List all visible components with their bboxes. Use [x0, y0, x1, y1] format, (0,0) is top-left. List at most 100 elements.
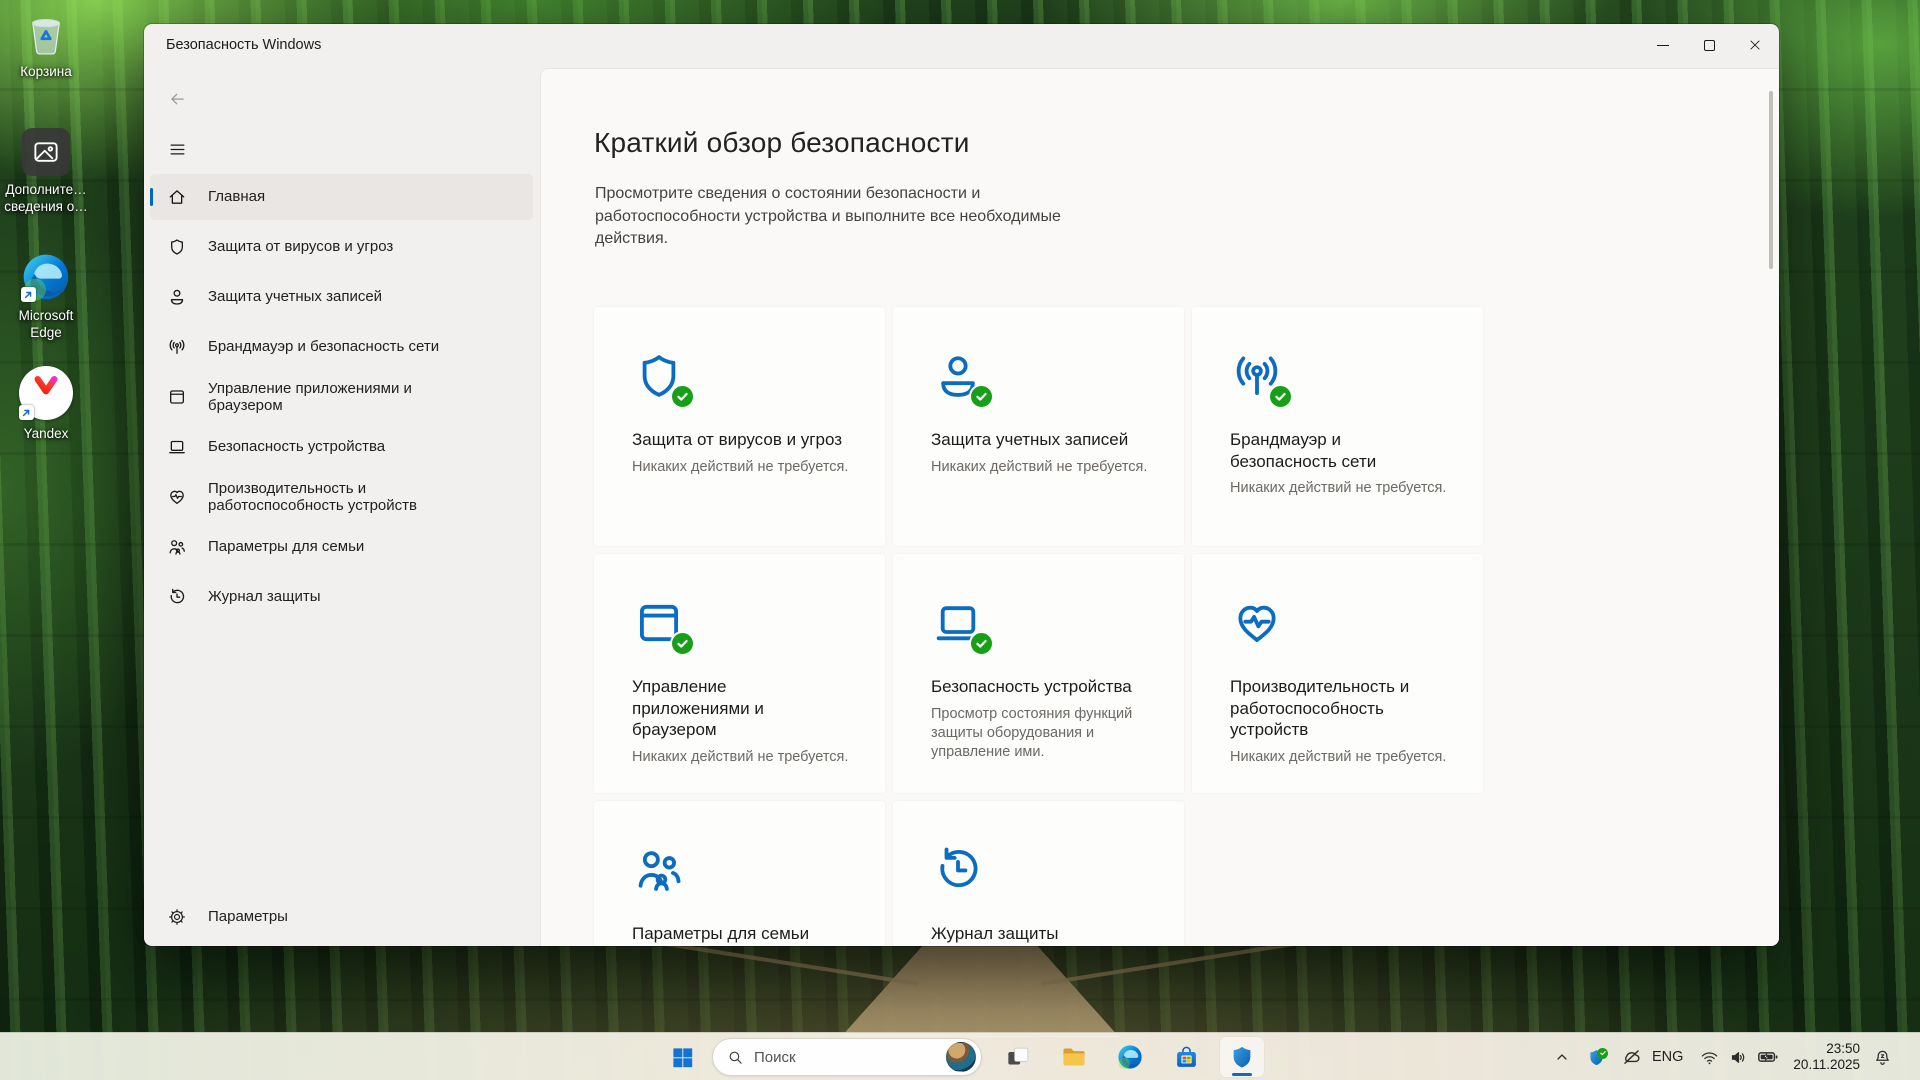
- desktop-icon-microsoft-edge[interactable]: Microsoft Edge: [0, 252, 92, 341]
- tray-date: 20.11.2025: [1793, 1057, 1860, 1074]
- laptop-icon: [931, 596, 985, 650]
- security-shield-icon: [1229, 1044, 1255, 1070]
- sidebar: Главная Защита от вирусов и угроз Защита…: [150, 174, 533, 624]
- card-status: Никаких действий не требуется.: [1230, 748, 1453, 767]
- window-controls: [1640, 25, 1778, 65]
- network-icon: [1230, 349, 1284, 403]
- shield-icon: [632, 349, 686, 403]
- search-highlight-avatar[interactable]: [946, 1042, 976, 1072]
- laptop-icon: [167, 437, 187, 457]
- desktop-icon-label: Корзина: [0, 63, 92, 80]
- windows-security-button[interactable]: [1220, 1037, 1264, 1077]
- sidebar-item-firewall-network[interactable]: Брандмауэр и безопасность сети: [150, 324, 533, 370]
- minimize-button[interactable]: [1640, 25, 1686, 65]
- card-family-options[interactable]: Параметры для семьи: [594, 801, 885, 946]
- sidebar-item-device-security[interactable]: Безопасность устройства: [150, 424, 533, 470]
- card-firewall-network[interactable]: Брандмауэр и безопасность сети Никаких д…: [1192, 307, 1483, 546]
- tray-clock[interactable]: 23:50 20.11.2025: [1793, 1041, 1860, 1074]
- ok-check-icon: [969, 631, 994, 656]
- edge-icon: [1117, 1044, 1143, 1070]
- sidebar-item-label: работоспособность устройств: [208, 497, 417, 515]
- tray-time: 23:50: [1793, 1041, 1860, 1058]
- sidebar-item-protection-history[interactable]: Журнал защиты: [150, 574, 533, 620]
- card-virus-threat-protection[interactable]: Защита от вирусов и угроз Никаких действ…: [594, 307, 885, 546]
- search-placeholder: Поиск: [754, 1049, 796, 1066]
- notification-bell-icon[interactable]: [1870, 1048, 1894, 1067]
- sidebar-item-label: Защита учетных записей: [208, 288, 382, 305]
- wifi-icon[interactable]: [1697, 1048, 1721, 1067]
- desktop-icon-label: сведения о…: [0, 198, 92, 215]
- microsoft-store-button[interactable]: [1164, 1037, 1208, 1077]
- tray-security-icon[interactable]: [1584, 1048, 1608, 1067]
- search-box[interactable]: Поиск: [712, 1038, 982, 1076]
- file-explorer-button[interactable]: [1052, 1037, 1096, 1077]
- heart-pulse-icon: [167, 487, 187, 507]
- tray-onedrive-icon[interactable]: [1618, 1047, 1644, 1068]
- start-button[interactable]: [660, 1037, 704, 1077]
- sidebar-item-device-performance-health[interactable]: Производительность и работоспособность у…: [150, 474, 533, 520]
- desktop-icon-label: Yandex: [0, 425, 92, 442]
- sidebar-item-home[interactable]: Главная: [150, 174, 533, 220]
- ok-check-icon: [670, 384, 695, 409]
- window-title: Безопасность Windows: [166, 37, 321, 53]
- sidebar-item-label: Брандмауэр и безопасность сети: [208, 338, 439, 355]
- taskbar-center-group: Поиск: [660, 1037, 1264, 1077]
- card-title: Защита учетных записей: [931, 429, 1154, 451]
- desktop-icon-recycle-bin[interactable]: Корзина: [0, 8, 92, 80]
- desktop-icon-yandex[interactable]: Yandex: [0, 366, 92, 442]
- sidebar-item-virus-threat-protection[interactable]: Защита от вирусов и угроз: [150, 224, 533, 270]
- browser-window-icon: [167, 387, 187, 407]
- maximize-button[interactable]: [1686, 25, 1732, 65]
- picture-info-icon: [22, 128, 70, 176]
- card-title: Параметры для семьи: [632, 923, 855, 945]
- ok-check-icon: [969, 384, 994, 409]
- card-app-browser-control[interactable]: Управление приложениями и браузером Ника…: [594, 554, 885, 793]
- windows-logo-icon: [671, 1046, 694, 1069]
- card-device-performance-health[interactable]: Производительность и работоспособность у…: [1192, 554, 1483, 793]
- scrollbar-thumb[interactable]: [1769, 91, 1773, 269]
- card-status: Просмотр состояния функций защиты оборуд…: [931, 705, 1154, 762]
- back-button[interactable]: [160, 84, 194, 114]
- family-icon: [632, 843, 686, 897]
- edge-button[interactable]: [1108, 1037, 1152, 1077]
- sidebar-item-label: Управление приложениями и: [208, 380, 412, 398]
- battery-icon[interactable]: [1754, 1046, 1781, 1068]
- ok-check-icon: [670, 631, 695, 656]
- sidebar-item-settings[interactable]: Параметры: [150, 894, 533, 940]
- active-app-indicator: [1232, 1073, 1252, 1076]
- task-view-button[interactable]: [996, 1037, 1040, 1077]
- taskbar: Поиск: [0, 1032, 1920, 1080]
- card-device-security[interactable]: Безопасность устройства Просмотр состоян…: [893, 554, 1184, 793]
- yandex-icon: [19, 366, 73, 420]
- tray-language[interactable]: ENG: [1652, 1049, 1683, 1065]
- windows-security-window: Безопасность Windows Главная Защита от в…: [144, 24, 1779, 946]
- history-icon: [167, 587, 187, 607]
- gear-icon: [167, 907, 187, 927]
- card-protection-history[interactable]: Журнал защиты: [893, 801, 1184, 946]
- taskbar-tray: ENG 23:50: [1550, 1037, 1894, 1077]
- card-title: Управление приложениями и браузером: [632, 676, 855, 741]
- content-pane: Краткий обзор безопасности Просмотрите с…: [540, 68, 1779, 946]
- network-icon: [167, 337, 187, 357]
- sidebar-item-family-options[interactable]: Параметры для семьи: [150, 524, 533, 570]
- close-button[interactable]: [1732, 25, 1778, 65]
- card-status: Никаких действий не требуется.: [632, 458, 855, 477]
- card-account-protection[interactable]: Защита учетных записей Никаких действий …: [893, 307, 1184, 546]
- sidebar-item-label: Главная: [208, 188, 265, 205]
- ok-check-icon: [1268, 384, 1293, 409]
- tray-chevron-up[interactable]: [1550, 1049, 1574, 1065]
- card-title: Защита от вирусов и угроз: [632, 429, 855, 451]
- desktop-icon-spotlight-info[interactable]: Дополните… сведения о…: [0, 128, 92, 215]
- menu-button[interactable]: [160, 134, 194, 164]
- recycle-bin-icon: [21, 8, 71, 58]
- person-icon: [167, 287, 187, 307]
- sidebar-item-account-protection[interactable]: Защита учетных записей: [150, 274, 533, 320]
- volume-icon[interactable]: [1726, 1048, 1750, 1067]
- card-title: Производительность и работоспособность у…: [1230, 676, 1453, 741]
- sidebar-item-app-browser-control[interactable]: Управление приложениями и браузером: [150, 374, 533, 420]
- desktop: Корзина Дополните… сведения о… Microsoft…: [0, 0, 1920, 1080]
- page-intro: Просмотрите сведения о состоянии безопас…: [595, 183, 1061, 251]
- card-title: Брандмауэр и безопасность сети: [1230, 429, 1453, 472]
- sidebar-item-label: Безопасность устройства: [208, 438, 385, 455]
- sidebar-item-label: Журнал защиты: [208, 588, 321, 605]
